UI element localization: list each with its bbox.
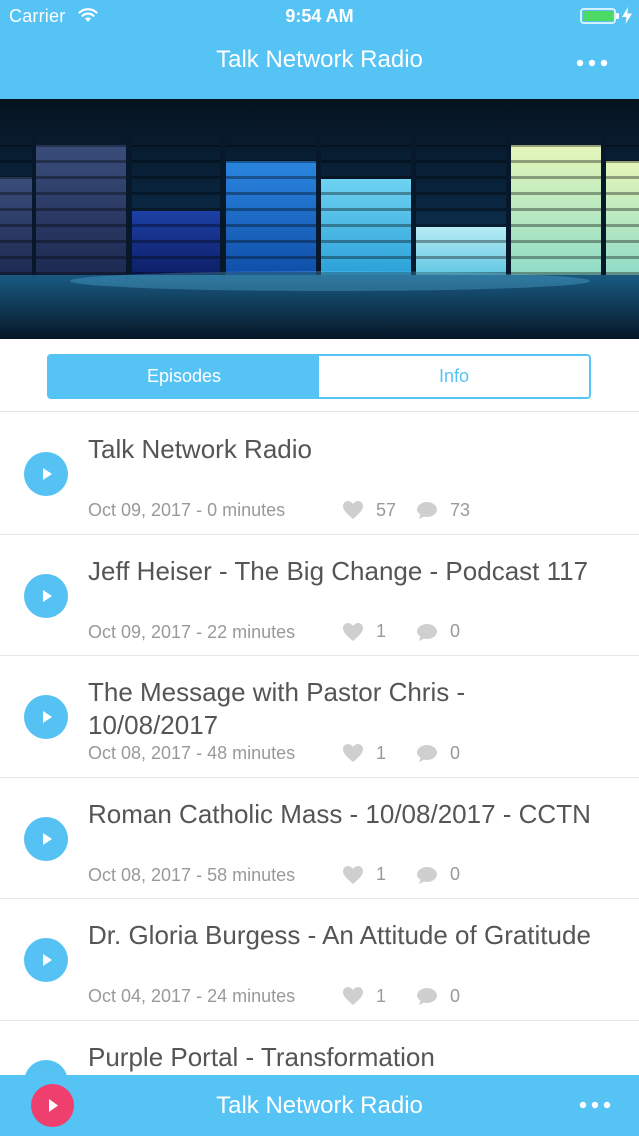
likes-count[interactable]: 1 xyxy=(342,985,386,1007)
comment-icon xyxy=(417,502,437,519)
segmented-control: Episodes Info xyxy=(47,354,591,399)
heart-icon xyxy=(343,865,363,884)
play-icon xyxy=(43,832,52,845)
app-header: Carrier 9:54 AM Talk Network Radio xyxy=(0,0,639,99)
equalizer-graphic xyxy=(0,139,639,339)
comments-value: 0 xyxy=(450,621,461,641)
comments-count[interactable]: 73 xyxy=(416,499,470,521)
heart-icon xyxy=(343,987,363,1005)
episode-meta: Oct 09, 2017 - 22 minutes xyxy=(88,621,296,642)
heart-icon xyxy=(343,501,363,519)
play-icon xyxy=(43,711,52,723)
play-button[interactable] xyxy=(24,938,68,982)
episode-meta: Oct 08, 2017 - 48 minutes xyxy=(88,743,296,763)
likes-count[interactable]: 1 xyxy=(342,742,386,764)
status-time: 9:54 AM xyxy=(285,6,354,26)
likes-value: 57 xyxy=(376,499,397,520)
comments-value: 73 xyxy=(450,499,471,520)
comment-icon xyxy=(417,866,437,884)
likes-count[interactable]: 1 xyxy=(342,864,386,886)
likes-count[interactable]: 57 xyxy=(342,499,396,521)
comments-count[interactable]: 0 xyxy=(416,621,460,643)
comments-value: 0 xyxy=(450,742,461,763)
episode-row[interactable]: Jeff Heiser - The Big Change - Podcast 1… xyxy=(0,535,639,656)
episode-meta: Oct 08, 2017 - 58 minutes xyxy=(88,864,296,885)
comment-icon xyxy=(417,745,437,762)
audio-equalizer-artwork xyxy=(0,99,639,339)
episode-list: Talk Network Radio Oct 09, 2017 - 0 minu… xyxy=(0,413,639,1136)
battery-full-icon xyxy=(580,8,619,24)
heart-icon xyxy=(343,622,363,641)
likes-count[interactable]: 1 xyxy=(342,621,386,643)
play-button[interactable] xyxy=(24,452,68,496)
tab-episodes[interactable]: Episodes xyxy=(49,356,319,397)
tab-info[interactable]: Info xyxy=(319,356,589,397)
episode-meta: Oct 04, 2017 - 24 minutes xyxy=(88,986,296,1006)
likes-value: 1 xyxy=(376,621,387,641)
nav-title: Talk Network Radio xyxy=(216,46,423,73)
episode-row[interactable]: Talk Network Radio Oct 09, 2017 - 0 minu… xyxy=(0,413,639,535)
likes-value: 1 xyxy=(376,742,387,763)
comments-count[interactable]: 0 xyxy=(416,864,460,886)
comments-value: 0 xyxy=(450,864,461,884)
episode-row[interactable]: The Message with Pastor Chris - 10/08/20… xyxy=(0,656,639,778)
comments-count[interactable]: 0 xyxy=(416,985,460,1007)
likes-value: 1 xyxy=(376,864,387,884)
episode-title: The Message with Pastor Chris - 10/08/20… xyxy=(88,677,466,740)
play-button[interactable] xyxy=(24,695,68,739)
comment-icon xyxy=(417,988,437,1005)
episode-title: Roman Catholic Mass - 10/08/2017 - CCTN xyxy=(88,798,591,829)
more-dots-icon[interactable] xyxy=(574,54,612,72)
charging-bolt-icon xyxy=(622,7,632,24)
play-icon xyxy=(43,589,52,602)
episode-row[interactable]: Dr. Gloria Burgess - An Attitude of Grat… xyxy=(0,899,639,1021)
episode-title: Jeff Heiser - The Big Change - Podcast 1… xyxy=(88,555,589,586)
episode-title: Purple Portal - Transformation xyxy=(88,1041,435,1072)
play-icon xyxy=(43,468,52,480)
heart-icon xyxy=(343,744,363,762)
segment-area: Episodes Info xyxy=(0,339,639,412)
comments-value: 0 xyxy=(450,985,461,1006)
play-icon xyxy=(43,954,52,966)
mini-player[interactable]: Talk Network Radio xyxy=(0,1075,639,1136)
play-button[interactable] xyxy=(24,573,68,618)
comments-count[interactable]: 0 xyxy=(416,742,460,764)
player-title: Talk Network Radio xyxy=(216,1092,423,1119)
more-dots-icon[interactable] xyxy=(577,1096,615,1114)
play-button[interactable] xyxy=(24,816,68,861)
episode-meta: Oct 09, 2017 - 0 minutes xyxy=(88,500,286,520)
episode-row[interactable]: Roman Catholic Mass - 10/08/2017 - CCTN … xyxy=(0,778,639,899)
comment-icon xyxy=(417,623,437,641)
likes-value: 1 xyxy=(376,985,387,1006)
status-bar: Carrier 9:54 AM xyxy=(0,0,639,32)
episode-title: Dr. Gloria Burgess - An Attitude of Grat… xyxy=(88,920,591,950)
episode-title: Talk Network Radio xyxy=(88,434,312,464)
